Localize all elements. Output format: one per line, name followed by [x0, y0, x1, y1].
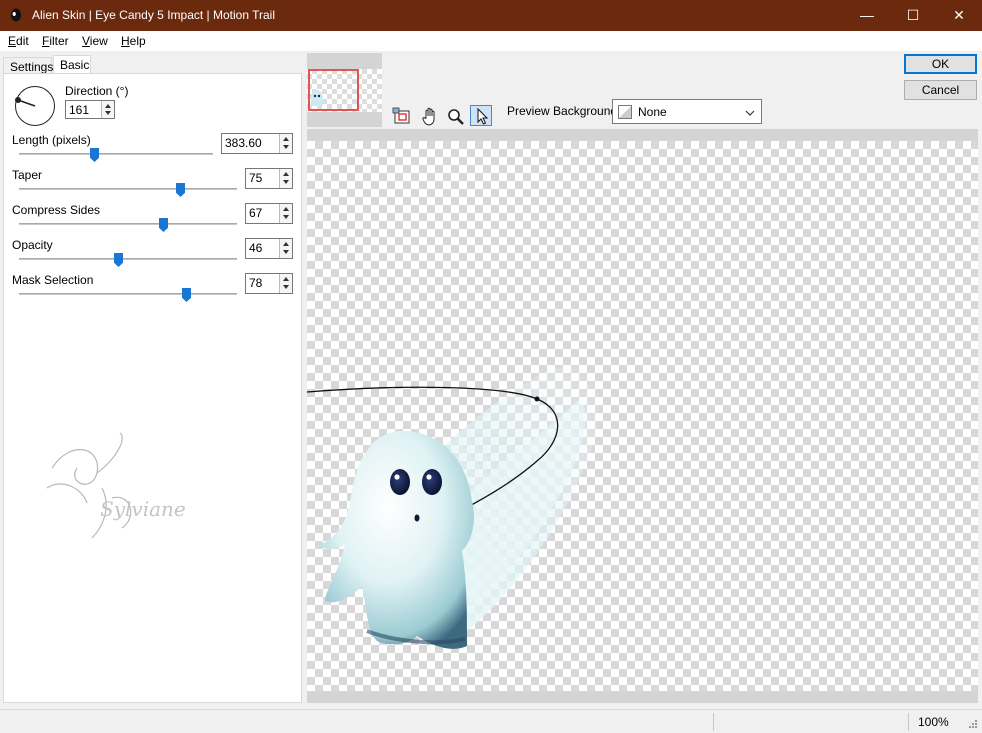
menu-view[interactable]: View: [82, 34, 108, 48]
mask-selection-slider-track[interactable]: [19, 293, 237, 295]
hand-tool-icon: [422, 107, 435, 126]
zoom-tool[interactable]: [444, 105, 466, 126]
chevron-down-icon: [745, 110, 755, 116]
opacity-stepper[interactable]: 46: [245, 238, 293, 259]
minimize-button[interactable]: —: [844, 0, 890, 31]
dial-needle-icon: [15, 97, 36, 107]
opacity-stepper-arrows[interactable]: [279, 239, 292, 258]
mask-selection-stepper-arrows[interactable]: [279, 274, 292, 293]
taper-stepper-arrows[interactable]: [279, 169, 292, 188]
mask-selection-label: Mask Selection: [12, 273, 94, 287]
direction-stepper[interactable]: 161: [65, 100, 115, 119]
compress-sides-label: Compress Sides: [12, 203, 101, 217]
menu-help[interactable]: Help: [121, 34, 146, 48]
trail-path-curve: [307, 386, 538, 400]
zoom-level: 100%: [918, 715, 949, 729]
resize-grip-icon[interactable]: [966, 719, 978, 731]
window-title: Alien Skin | Eye Candy 5 Impact | Motion…: [32, 8, 276, 22]
background-swatch: [618, 105, 632, 119]
direction-stepper-arrows[interactable]: [101, 101, 114, 118]
watermark-signature: Sylviane: [46, 432, 186, 539]
length-slider-track[interactable]: [19, 153, 213, 155]
status-bar: 100%: [0, 709, 982, 733]
title-bar: Alien Skin | Eye Candy 5 Impact | Motion…: [0, 0, 982, 31]
menu-edit[interactable]: Edit: [8, 34, 29, 48]
preview-canvas[interactable]: [307, 141, 978, 691]
menu-bar: Edit Filter View Help: [0, 31, 982, 51]
pointer-tool[interactable]: [470, 105, 492, 126]
length-label: Length (pixels): [12, 133, 91, 147]
pointer-tool-icon: [477, 107, 489, 125]
compress-sides-slider-track[interactable]: [19, 223, 237, 225]
preview-background-label: Preview Background:: [507, 104, 621, 118]
ghost-figure: [319, 431, 474, 649]
menu-filter[interactable]: Filter: [42, 34, 69, 48]
navigator-tool[interactable]: [390, 105, 412, 126]
taper-label: Taper: [12, 168, 43, 182]
tab-settings[interactable]: Settings: [3, 57, 53, 74]
preview-background-select[interactable]: None: [612, 99, 762, 124]
cancel-button[interactable]: Cancel: [904, 80, 977, 100]
opacity-slider-track[interactable]: [19, 258, 237, 260]
length-stepper-arrows[interactable]: [279, 134, 292, 153]
opacity-label: Opacity: [12, 238, 53, 252]
navigator-icon: [392, 107, 410, 124]
close-button[interactable]: ✕: [936, 0, 982, 31]
direction-label: Direction (°): [65, 84, 129, 98]
hand-tool[interactable]: [418, 105, 440, 126]
taper-slider-track[interactable]: [19, 188, 237, 190]
ok-button[interactable]: OK: [904, 54, 977, 74]
direction-dial[interactable]: [15, 86, 55, 126]
compress-sides-stepper[interactable]: 67: [245, 203, 293, 224]
svg-text:Sylviane: Sylviane: [100, 497, 186, 521]
maximize-button[interactable]: ☐: [890, 0, 936, 31]
zoom-tool-icon: [448, 109, 464, 125]
app-logo-icon: [11, 8, 21, 22]
preview-image: [307, 366, 600, 649]
length-stepper[interactable]: 383.60: [221, 133, 293, 154]
compress-sides-stepper-arrows[interactable]: [279, 204, 292, 223]
taper-stepper[interactable]: 75: [245, 168, 293, 189]
tab-basic[interactable]: Basic: [53, 55, 91, 74]
mask-selection-stepper[interactable]: 78: [245, 273, 293, 294]
navigator-selection[interactable]: [308, 69, 359, 111]
